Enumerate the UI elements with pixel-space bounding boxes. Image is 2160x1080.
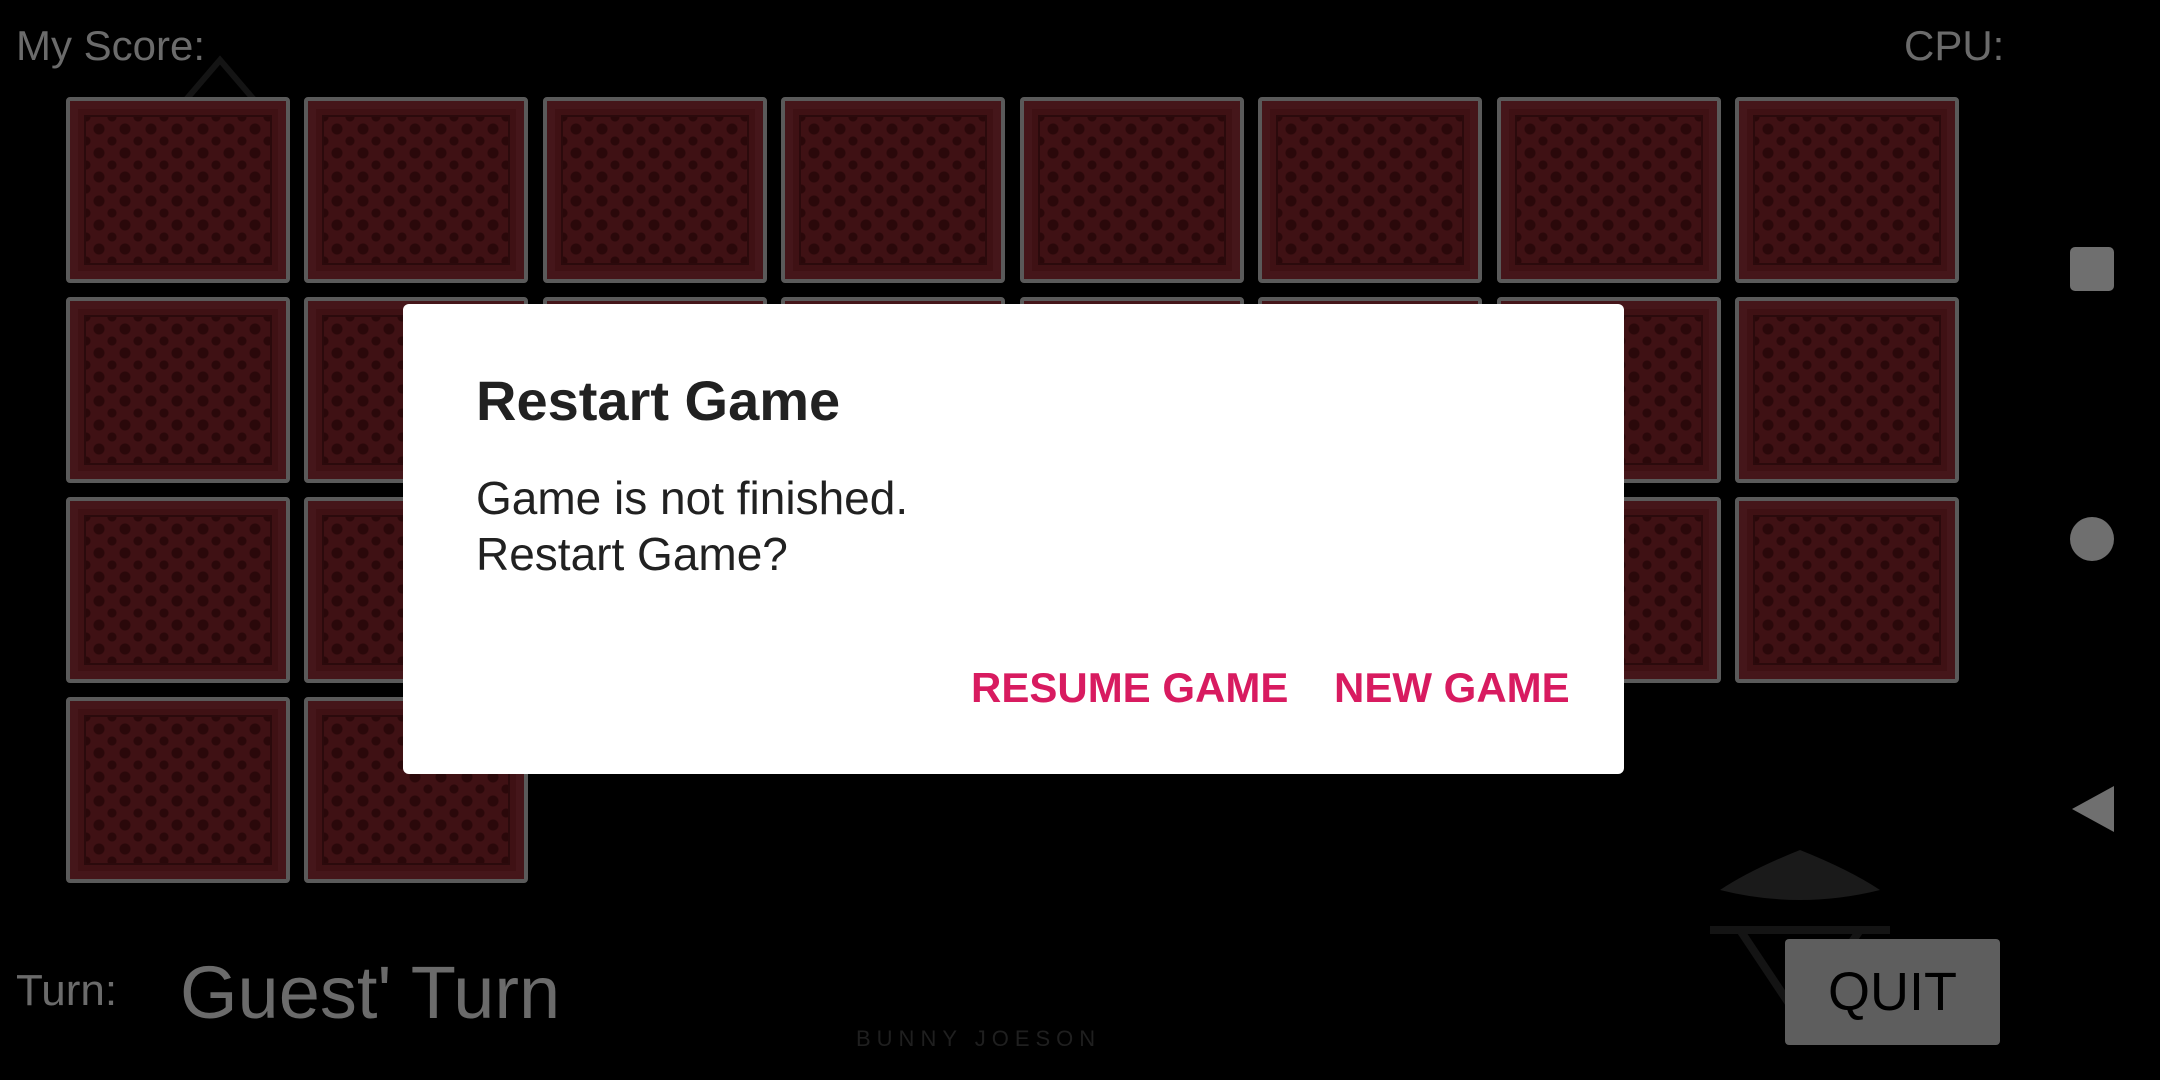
card[interactable]: [1020, 97, 1244, 283]
card[interactable]: [66, 297, 290, 483]
quit-button[interactable]: QUIT: [1785, 939, 2000, 1045]
card[interactable]: [781, 97, 1005, 283]
restart-dialog: Restart Game Game is not finished. Resta…: [403, 304, 1624, 774]
turn-label: Turn:: [16, 966, 118, 1015]
cpu-score-label: CPU:: [1904, 22, 2005, 69]
dialog-title: Restart Game: [476, 369, 841, 432]
card[interactable]: [543, 97, 767, 283]
card[interactable]: [66, 97, 290, 283]
card[interactable]: [304, 97, 528, 283]
card[interactable]: [66, 497, 290, 683]
card[interactable]: [1497, 97, 1721, 283]
new-game-button[interactable]: NEW GAME: [1334, 664, 1570, 712]
card[interactable]: [1735, 97, 1959, 283]
recents-icon[interactable]: [2070, 247, 2114, 291]
turn-indicator: Guest' Turn: [180, 951, 561, 1034]
resume-game-button[interactable]: RESUME GAME: [971, 664, 1288, 712]
dialog-message-line: Restart Game?: [476, 528, 788, 580]
card[interactable]: [1258, 97, 1482, 283]
dialog-message: Game is not finished. Restart Game?: [476, 470, 908, 582]
watermark: BUNNY JOESON: [856, 1026, 1102, 1051]
back-icon[interactable]: [2070, 784, 2116, 834]
dialog-message-line: Game is not finished.: [476, 472, 909, 524]
my-score-label: My Score:: [16, 22, 206, 69]
card[interactable]: [1735, 497, 1959, 683]
card[interactable]: [1735, 297, 1959, 483]
card[interactable]: [66, 697, 290, 883]
home-icon[interactable]: [2070, 517, 2114, 561]
